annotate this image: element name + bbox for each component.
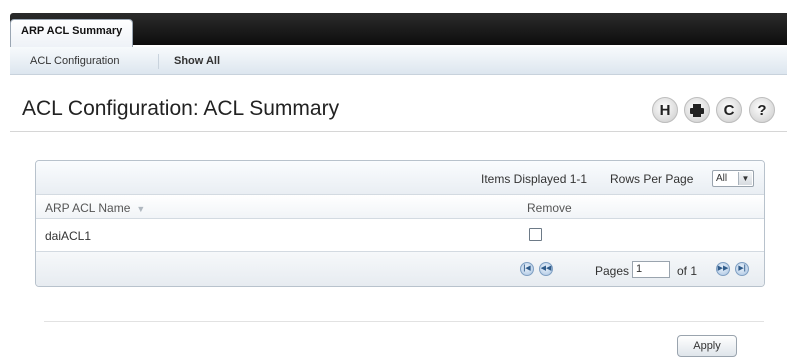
table-row: daiACL1	[36, 219, 764, 252]
tab-arp-acl-summary[interactable]: ARP ACL Summary	[10, 19, 134, 47]
page-title: ACL Configuration: ACL Summary	[22, 97, 340, 120]
chevron-down-icon: ▼	[738, 172, 752, 185]
column-header-arp-acl-name[interactable]: ARP ACL Name ▼	[45, 201, 145, 215]
subnav-show-all[interactable]: Show All	[174, 55, 220, 67]
subnav-divider	[158, 54, 159, 69]
rows-per-page-label: Rows Per Page	[610, 172, 694, 186]
column-header-remove: Remove	[527, 201, 572, 215]
sub-navigation: ACL Configuration Show All	[10, 47, 787, 75]
form-divider	[44, 321, 764, 322]
subnav-acl-configuration[interactable]: ACL Configuration	[30, 55, 119, 67]
printer-glyph	[690, 103, 704, 117]
page-number-input[interactable]: 1	[632, 261, 670, 278]
page-count: of 1	[677, 264, 698, 278]
header-divider	[10, 131, 787, 132]
items-displayed: Items Displayed 1-1	[481, 172, 588, 186]
table-header: ARP ACL Name ▼ Remove	[36, 195, 764, 219]
next-page-icon[interactable]: ▶▶	[716, 262, 730, 276]
last-page-icon[interactable]: ▶|	[735, 262, 749, 276]
save-icon[interactable]: H	[652, 97, 678, 123]
apply-button[interactable]: Apply	[677, 335, 737, 357]
sort-icon: ▼	[136, 204, 146, 214]
rows-per-page-select[interactable]: All ▼	[712, 170, 754, 187]
first-page-icon[interactable]: |◀	[520, 262, 534, 276]
previous-page-icon[interactable]: ◀◀	[539, 262, 553, 276]
pagination-bar: |◀ ◀◀ Pages 1 of 1 ▶▶ ▶|	[36, 252, 764, 286]
help-icon[interactable]: ?	[749, 97, 775, 123]
acl-summary-table: Items Displayed 1-1 Rows Per Page All ▼ …	[35, 160, 765, 287]
table-toolbar: Items Displayed 1-1 Rows Per Page All ▼	[36, 161, 764, 195]
acl-name-cell: daiACL1	[45, 229, 92, 243]
refresh-icon[interactable]: C	[716, 97, 742, 123]
pages-label: Pages	[595, 264, 630, 278]
print-icon[interactable]	[684, 97, 710, 123]
remove-checkbox[interactable]	[529, 228, 542, 241]
